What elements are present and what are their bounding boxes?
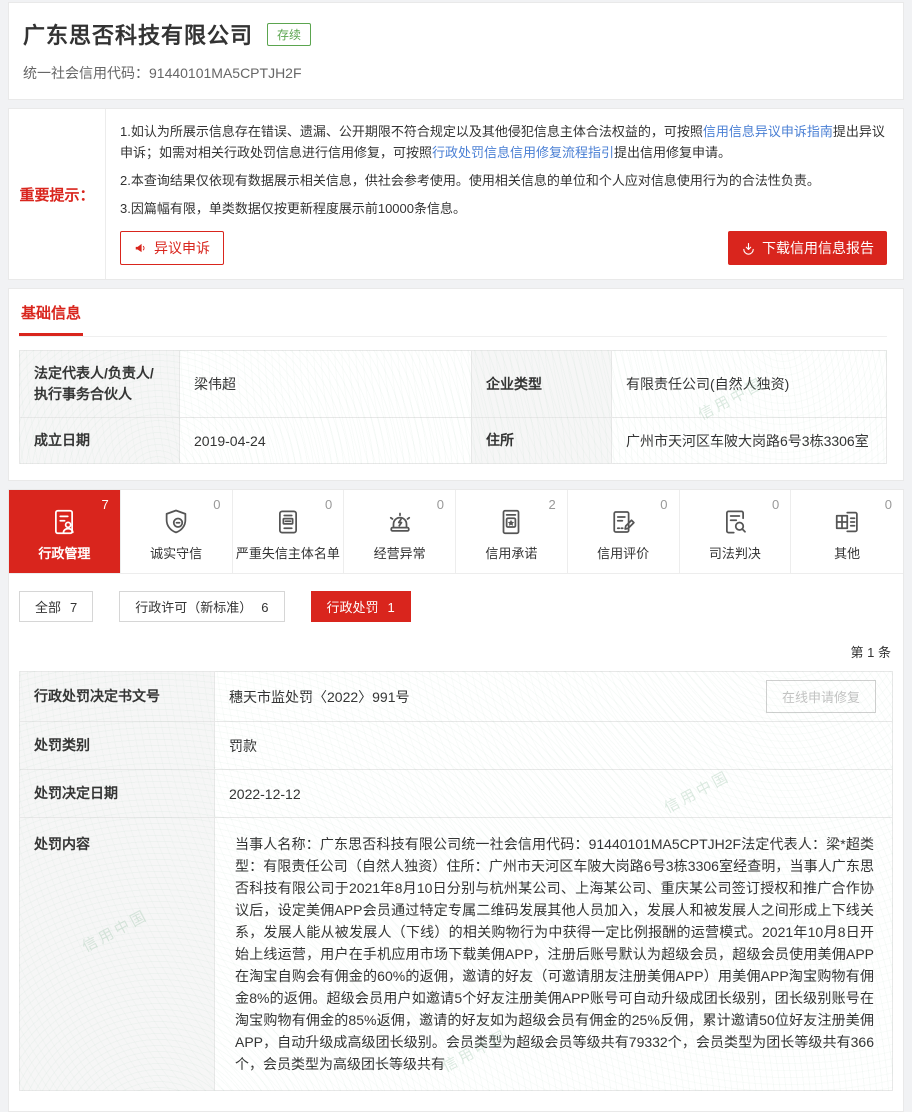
subtab-all[interactable]: 全部 7 — [19, 591, 93, 622]
appeal-button-label: 异议申诉 — [154, 238, 210, 258]
field-label: 住所 — [472, 418, 612, 464]
penalty-content-text: 当事人名称：广东思否科技有限公司统一社会信用代码：91440101MA5CPTJ… — [229, 831, 878, 1077]
subtab-count: 7 — [70, 600, 77, 615]
tab-count: 0 — [325, 497, 332, 512]
table-row: 处罚内容 当事人名称：广东思否科技有限公司统一社会信用代码：91440101MA… — [20, 818, 893, 1091]
notice-text: 提出信用修复申请。 — [614, 145, 731, 160]
doc-pencil-icon — [608, 506, 638, 538]
field-value: 广州市天河区车陂大岗路6号3栋3306室 — [612, 418, 887, 464]
field-label: 企业类型 — [472, 351, 612, 418]
penalty-record-table: 行政处罚决定书文号 穗天市监处罚〈2022〉991号 在线申请修复 处罚类别 罚… — [19, 671, 893, 1091]
notice-paragraph-3: 3.因篇幅有限，单类数据仅按更新程度展示前10000条信息。 — [120, 198, 887, 219]
tab-judicial-judgment[interactable]: 0 司法判决 — [680, 490, 792, 573]
subtab-count: 1 — [388, 600, 395, 615]
important-notice-card: 重要提示： 1.如认为所展示信息存在错误、遗漏、公开期限不符合规定以及其他侵犯信… — [8, 108, 904, 280]
important-notice-label: 重要提示： — [9, 109, 106, 279]
tab-count: 0 — [660, 497, 667, 512]
company-status-badge: 存续 — [267, 23, 311, 46]
certificate-star-icon — [496, 506, 526, 538]
download-button-label: 下载信用信息报告 — [762, 238, 874, 258]
table-row: 法定代表人/负责人/执行事务合伙人 梁伟超 企业类型 有限责任公司(自然人独资) — [20, 351, 887, 418]
appeal-guide-link[interactable]: 信用信息异议申诉指南 — [703, 124, 833, 139]
doc-magnifier-icon — [720, 506, 750, 538]
tab-count: 0 — [885, 497, 892, 512]
alarm-icon — [385, 506, 415, 538]
tab-abnormal-operation[interactable]: 0 经营异常 — [344, 490, 456, 573]
megaphone-icon — [134, 241, 148, 255]
subtab-label: 全部 — [35, 600, 61, 615]
tab-count: 0 — [772, 497, 779, 512]
tab-count: 7 — [102, 497, 109, 512]
field-label: 处罚内容 — [20, 818, 215, 1091]
tab-count: 0 — [213, 497, 220, 512]
category-tab-bar: 7 行政管理 0 诚实守信 0 严重失信主体名单 — [9, 490, 903, 574]
table-row: 成立日期 2019-04-24 住所 广州市天河区车陂大岗路6号3栋3306室 — [20, 418, 887, 464]
shield-icon — [161, 506, 191, 538]
tab-basic-info[interactable]: 基础信息 — [19, 302, 83, 336]
notice-text: 1.如认为所展示信息存在错误、遗漏、公开期限不符合规定以及其他侵犯信息主体合法权… — [120, 124, 703, 139]
field-label: 法定代表人/负责人/执行事务合伙人 — [20, 351, 180, 418]
field-value: 有限责任公司(自然人独资) — [612, 351, 887, 418]
tab-other[interactable]: 0 其他 — [791, 490, 903, 573]
field-value: 穗天市监处罚〈2022〉991号 — [229, 687, 410, 707]
credit-repair-guide-link[interactable]: 行政处罚信息信用修复流程指引 — [432, 145, 614, 160]
subtab-admin-penalty[interactable]: 行政处罚 1 — [311, 591, 411, 622]
company-header-card: 广东思否科技有限公司 存续 统一社会信用代码：91440101MA5CPTJH2… — [8, 2, 904, 100]
tab-dishonest-blacklist[interactable]: 0 严重失信主体名单 — [233, 490, 345, 573]
field-value: 梁伟超 — [180, 351, 472, 418]
online-repair-button[interactable]: 在线申请修复 — [766, 680, 876, 713]
field-value: 罚款 — [215, 722, 893, 770]
subtab-admin-license[interactable]: 行政许可（新标准） 6 — [119, 591, 284, 622]
tab-credit-evaluation[interactable]: 0 信用评价 — [568, 490, 680, 573]
tab-count: 2 — [549, 497, 556, 512]
appeal-button[interactable]: 异议申诉 — [120, 231, 224, 265]
admin-doc-icon — [49, 506, 79, 538]
table-row: 行政处罚决定书文号 穗天市监处罚〈2022〉991号 在线申请修复 — [20, 672, 893, 722]
subtab-label: 行政处罚 — [327, 600, 379, 615]
important-notice-body: 1.如认为所展示信息存在错误、遗漏、公开期限不符合规定以及其他侵犯信息主体合法权… — [106, 109, 903, 279]
records-card: 7 行政管理 0 诚实守信 0 严重失信主体名单 — [8, 489, 904, 1112]
basic-info-card: 基础信息 法定代表人/负责人/执行事务合伙人 梁伟超 企业类型 有限责任公司(自… — [8, 288, 904, 481]
field-label: 处罚决定日期 — [20, 770, 215, 818]
record-index: 第 1 条 — [9, 636, 903, 671]
download-credit-report-button[interactable]: 下载信用信息报告 — [728, 231, 887, 265]
tab-credit-commitment[interactable]: 2 信用承诺 — [456, 490, 568, 573]
field-label: 行政处罚决定书文号 — [20, 672, 215, 722]
doc-grid-icon — [832, 506, 862, 538]
table-row: 处罚类别 罚款 — [20, 722, 893, 770]
field-label: 成立日期 — [20, 418, 180, 464]
subtab-count: 6 — [261, 600, 268, 615]
tab-admin-management[interactable]: 7 行政管理 — [9, 490, 121, 573]
download-icon — [741, 241, 756, 256]
tab-count: 0 — [437, 497, 444, 512]
table-row: 处罚决定日期 2022-12-12 — [20, 770, 893, 818]
tab-integrity[interactable]: 0 诚实守信 — [121, 490, 233, 573]
credit-china-company-page: 广东思否科技有限公司 存续 统一社会信用代码：91440101MA5CPTJH2… — [0, 0, 912, 1112]
field-value: 2019-04-24 — [180, 418, 472, 464]
sub-tab-bar: 全部 7 行政许可（新标准） 6 行政处罚 1 — [9, 574, 903, 636]
company-name: 广东思否科技有限公司 — [23, 18, 253, 50]
notice-paragraph-2: 2.本查询结果仅依现有数据展示相关信息，供社会参考使用。使用相关信息的单位和个人… — [120, 170, 887, 191]
unified-credit-code: 统一社会信用代码：91440101MA5CPTJH2F — [23, 63, 889, 83]
field-value: 2022-12-12 — [215, 770, 893, 818]
basic-info-table: 法定代表人/负责人/执行事务合伙人 梁伟超 企业类型 有限责任公司(自然人独资)… — [19, 350, 887, 464]
field-label: 处罚类别 — [20, 722, 215, 770]
blacklist-card-icon — [273, 506, 303, 538]
notice-paragraph-1: 1.如认为所展示信息存在错误、遗漏、公开期限不符合规定以及其他侵犯信息主体合法权… — [120, 121, 887, 163]
subtab-label: 行政许可（新标准） — [135, 600, 252, 615]
